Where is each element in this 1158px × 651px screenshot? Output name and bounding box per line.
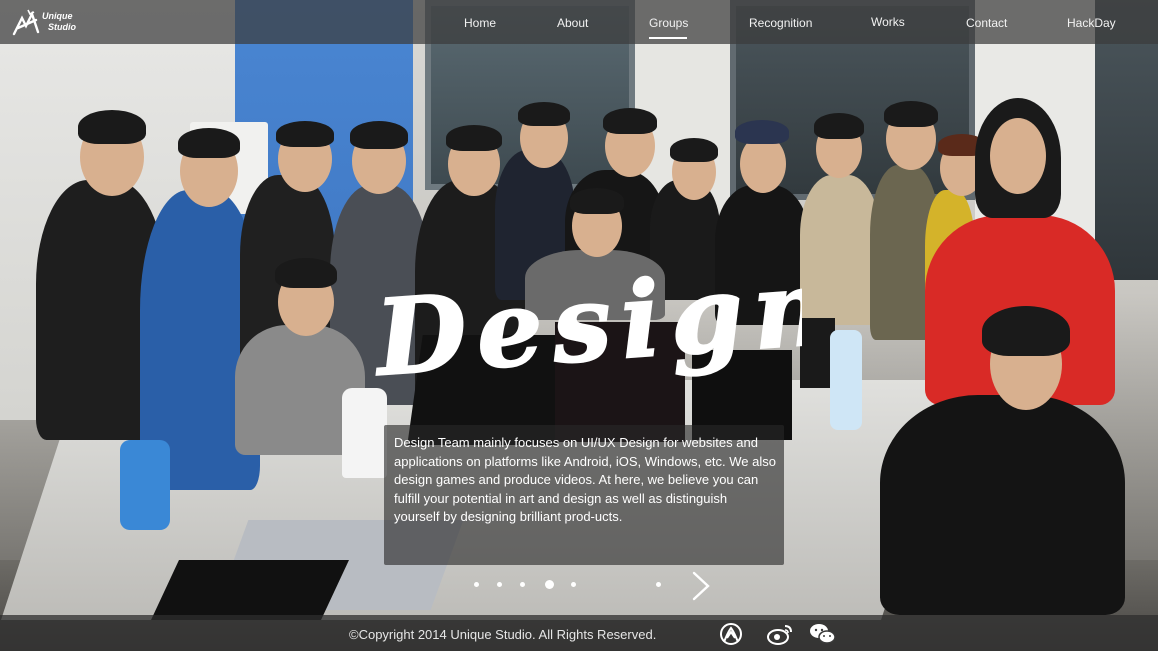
photo-hair: [446, 125, 502, 151]
hero-title: Design: [372, 264, 802, 384]
photo-hair: [982, 306, 1070, 356]
description-panel: Design Team mainly focuses on UI/UX Desi…: [384, 425, 784, 565]
photo-hair: [570, 188, 624, 214]
copyright-text: ©Copyright 2014 Unique Studio. All Right…: [349, 627, 657, 642]
photo-hair: [350, 121, 408, 149]
weibo-icon[interactable]: [765, 622, 795, 646]
photo-person: [880, 395, 1125, 615]
photo-hair: [814, 113, 864, 139]
photo-water-bottle: [830, 330, 862, 430]
carousel-dot[interactable]: [497, 582, 502, 587]
photo-hair: [603, 108, 657, 134]
photo-hair: [78, 110, 146, 144]
photo-water-bottle: [120, 440, 170, 530]
wechat-icon[interactable]: [808, 622, 838, 646]
renren-icon[interactable]: [716, 622, 746, 646]
photo-hair: [276, 121, 334, 147]
nav-works[interactable]: Works: [871, 15, 905, 29]
logo-text: Unique: [42, 11, 73, 21]
logo-text: Studio: [48, 22, 76, 32]
photo-person: [800, 175, 880, 325]
nav-hackday[interactable]: HackDay: [1067, 16, 1116, 30]
photo-hair: [178, 128, 240, 158]
carousel-dot[interactable]: [571, 582, 576, 587]
carousel-dot[interactable]: [520, 582, 525, 587]
logo-icon: [12, 9, 40, 36]
description-text: Design Team mainly focuses on UI/UX Desi…: [394, 435, 776, 524]
photo-speaker: [342, 388, 387, 478]
page: Unique Studio Home About Groups Recognit…: [0, 0, 1158, 651]
photo-hair: [670, 138, 718, 162]
footer-bar: ©Copyright 2014 Unique Studio. All Right…: [0, 615, 1158, 651]
photo-hair: [518, 102, 570, 126]
carousel-dot[interactable]: [474, 582, 479, 587]
hero-title-text: Design: [372, 264, 802, 384]
chevron-right-icon[interactable]: [690, 570, 712, 602]
photo-hair: [884, 101, 938, 127]
photo-hat: [735, 120, 789, 144]
nav-contact[interactable]: Contact: [966, 16, 1007, 30]
nav-recognition[interactable]: Recognition: [749, 16, 812, 30]
nav-home[interactable]: Home: [464, 16, 496, 30]
top-nav-bar: Unique Studio Home About Groups Recognit…: [0, 0, 1158, 44]
studio-logo[interactable]: Unique Studio: [12, 8, 76, 38]
nav-groups[interactable]: Groups: [649, 16, 688, 30]
nav-active-indicator: [649, 37, 687, 39]
carousel-dot[interactable]: [656, 582, 661, 587]
photo-face: [990, 118, 1046, 194]
carousel-dot-active[interactable]: [545, 580, 554, 589]
photo-keyboard: [151, 560, 349, 620]
photo-hair: [275, 258, 337, 288]
nav-about[interactable]: About: [557, 16, 588, 30]
